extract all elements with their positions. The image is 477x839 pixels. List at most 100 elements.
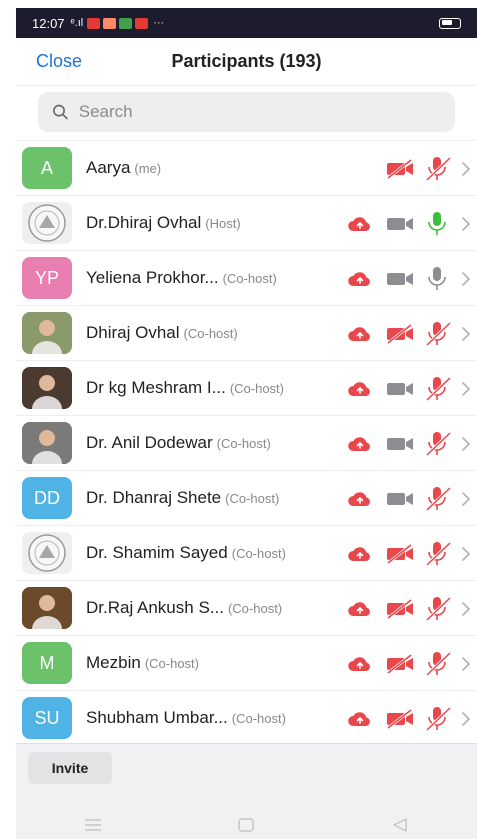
participant-row[interactable]: Dr kg Meshram I... (Co-host) <box>16 361 477 416</box>
back-icon[interactable] <box>391 818 409 832</box>
mic-status <box>421 485 455 512</box>
participant-name: Dr. Shamim Sayed <box>86 543 228 562</box>
participant-detail-chevron[interactable] <box>455 216 477 232</box>
participant-row[interactable]: DD Dr. Dhanraj Shete (Co-host) <box>16 471 477 526</box>
participant-detail-chevron[interactable] <box>455 326 477 342</box>
participant-row[interactable]: M Mezbin (Co-host) <box>16 636 477 691</box>
microphone-icon <box>428 212 446 235</box>
mic-muted-icon <box>425 376 452 402</box>
avatar-initials: M <box>39 652 55 673</box>
mic-muted-icon <box>425 706 452 732</box>
avatar: YP <box>22 257 72 299</box>
video-camera-icon <box>387 272 413 285</box>
participant-name: Aarya <box>86 158 131 177</box>
participant-detail-chevron[interactable] <box>455 546 477 562</box>
participant-role: (Co-host) <box>231 710 286 726</box>
chevron-right-icon <box>462 216 471 231</box>
cloud-recording-icon <box>348 381 370 396</box>
participant-row[interactable]: Dr. Shamim Sayed (Co-host) <box>16 526 477 581</box>
notification-app-icon <box>103 17 117 29</box>
participant-role: (Co-host) <box>144 655 199 671</box>
mic-muted-icon <box>425 596 452 622</box>
participant-status-icons <box>341 306 477 361</box>
participant-detail-chevron[interactable] <box>455 711 477 727</box>
participant-row[interactable]: SU Shubham Umbar... (Co-host) <box>16 691 477 746</box>
cloud-status <box>341 544 379 564</box>
menu-icon[interactable] <box>84 818 102 832</box>
participant-list: A Aarya (me) Dr.Dhiraj Ovhal (Host) YP Yeliena… <box>16 140 477 746</box>
chevron-right-icon <box>462 711 471 726</box>
participant-status-icons <box>341 581 477 636</box>
participant-status-icons <box>341 251 477 306</box>
header: Close Participants (193) <box>16 38 477 86</box>
participant-role: (Co-host) <box>227 600 283 616</box>
signal-icon: ᵉ.ıl <box>70 17 84 29</box>
more-notifications-icon: ··· <box>153 17 165 29</box>
search-box[interactable] <box>38 92 455 132</box>
video-camera-icon <box>387 217 413 230</box>
mic-muted-icon <box>425 651 452 677</box>
participant-detail-chevron[interactable] <box>455 491 477 507</box>
mic-status <box>421 210 455 237</box>
zoom-participants-screen: 12:07 ᵉ.ıl ··· Close Participants (193) … <box>16 8 477 839</box>
participant-role: (Co-host) <box>216 435 271 451</box>
cloud-status <box>341 654 379 674</box>
frame-left <box>0 0 16 839</box>
participant-detail-chevron[interactable] <box>455 381 477 397</box>
mic-status <box>421 540 455 567</box>
participant-status-icons <box>341 361 477 416</box>
status-time: 12:07 <box>32 15 65 31</box>
avatar-initials: DD <box>34 487 60 508</box>
participant-status-icons <box>341 141 477 196</box>
cloud-recording-icon <box>348 656 370 671</box>
video-status <box>379 378 421 400</box>
system-nav-bar <box>16 810 477 839</box>
video-off-icon <box>387 543 413 564</box>
search-input[interactable] <box>78 102 441 122</box>
mic-status <box>421 375 455 402</box>
participant-name: Dr. Anil Dodewar <box>86 433 213 452</box>
participant-detail-chevron[interactable] <box>455 601 477 617</box>
avatar <box>22 532 72 574</box>
video-status <box>379 708 421 730</box>
mic-status <box>421 155 455 182</box>
search-container <box>16 86 477 140</box>
participant-name: Mezbin <box>86 653 141 672</box>
cloud-status <box>341 489 379 509</box>
participant-detail-chevron[interactable] <box>455 656 477 672</box>
participant-detail-chevron[interactable] <box>455 271 477 287</box>
mic-status <box>421 705 455 732</box>
participant-detail-chevron[interactable] <box>455 436 477 452</box>
video-off-icon <box>387 708 413 729</box>
participant-detail-chevron[interactable] <box>455 161 477 177</box>
participant-status-icons <box>341 526 477 581</box>
cloud-status <box>341 269 379 289</box>
participant-row[interactable]: Dr.Dhiraj Ovhal (Host) <box>16 196 477 251</box>
home-icon[interactable] <box>237 818 255 832</box>
mic-status <box>421 320 455 347</box>
bottom-bar: Invite <box>16 743 477 839</box>
profile-photo <box>22 422 72 464</box>
close-button[interactable]: Close <box>36 51 82 72</box>
avatar-initials: YP <box>34 267 59 288</box>
chevron-right-icon <box>462 271 471 286</box>
participant-row[interactable]: Dr.Raj Ankush S... (Co-host) <box>16 581 477 636</box>
avatar <box>22 312 72 354</box>
avatar: A <box>22 147 72 189</box>
participant-row[interactable]: YP Yeliena Prokhor... (Co-host) <box>16 251 477 306</box>
profile-photo <box>22 367 72 409</box>
cloud-recording-icon <box>348 216 370 231</box>
battery-icon <box>439 17 461 29</box>
avatar <box>22 367 72 409</box>
participant-role: (Host) <box>205 215 241 231</box>
participant-status-icons <box>341 636 477 691</box>
invite-button[interactable]: Invite <box>28 752 112 784</box>
participant-row[interactable]: A Aarya (me) <box>16 141 477 196</box>
chevron-right-icon <box>462 436 471 451</box>
participant-status-icons <box>341 471 477 526</box>
participant-name: Dr kg Meshram I... <box>86 378 226 397</box>
video-status <box>379 213 421 235</box>
participant-row[interactable]: Dr. Anil Dodewar (Co-host) <box>16 416 477 471</box>
participant-row[interactable]: Dhiraj Ovhal (Co-host) <box>16 306 477 361</box>
avatar <box>22 422 72 464</box>
